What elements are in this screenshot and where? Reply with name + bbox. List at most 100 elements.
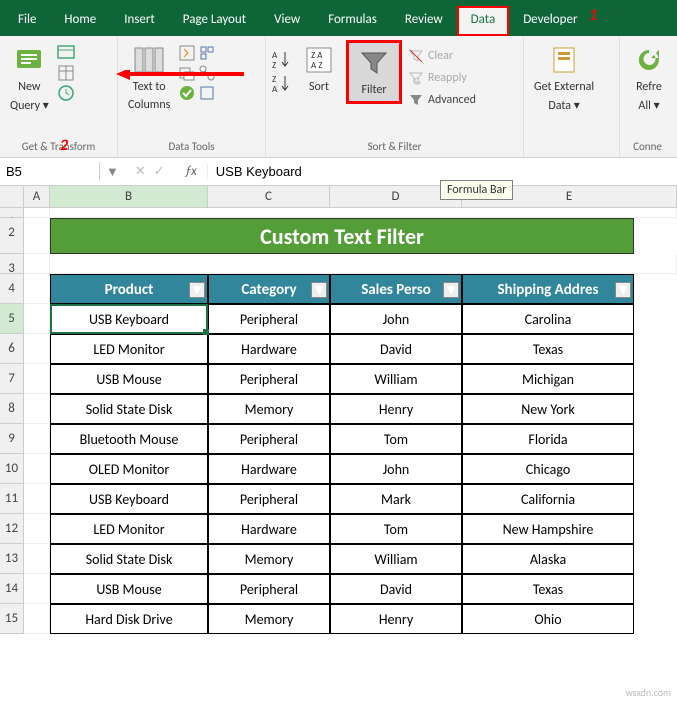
table-header[interactable]: Product▾ [50, 274, 208, 304]
row-header[interactable]: 11 [0, 484, 24, 514]
col-header[interactable]: A [24, 186, 50, 208]
row-header[interactable]: 2 [0, 218, 24, 254]
table-cell[interactable]: New Hampshire [462, 514, 634, 544]
table-cell[interactable]: Texas [462, 574, 634, 604]
table-cell[interactable]: Peripheral [208, 484, 330, 514]
sort-button[interactable]: Z AA Z Sort [294, 40, 344, 98]
filter-dropdown-icon[interactable]: ▾ [615, 282, 631, 298]
row-header[interactable]: 6 [0, 334, 24, 364]
table-cell[interactable]: Peripheral [208, 304, 330, 334]
table-cell[interactable]: Florida [462, 424, 634, 454]
tab-formulas[interactable]: Formulas [314, 6, 391, 36]
row-header[interactable]: 4 [0, 274, 24, 304]
table-cell[interactable]: Carolina [462, 304, 634, 334]
tab-file[interactable]: File [4, 6, 50, 36]
table-cell[interactable]: William [330, 544, 462, 574]
reapply-button[interactable]: Reapply [404, 68, 480, 88]
name-box[interactable] [0, 162, 100, 181]
row-header[interactable]: 14 [0, 574, 24, 604]
table-cell[interactable]: Tom [330, 514, 462, 544]
row-header[interactable]: 7 [0, 364, 24, 394]
cancel-icon[interactable]: ✕ [135, 164, 146, 179]
row-header[interactable]: 10 [0, 454, 24, 484]
table-cell[interactable]: Peripheral [208, 364, 330, 394]
table-cell[interactable]: David [330, 334, 462, 364]
flash-fill-icon[interactable] [178, 44, 196, 62]
table-cell[interactable]: Chicago [462, 454, 634, 484]
clear-button[interactable]: Clear [404, 46, 480, 66]
table-cell[interactable]: Peripheral [208, 574, 330, 604]
table-cell[interactable]: Memory [208, 394, 330, 424]
table-cell[interactable]: Texas [462, 334, 634, 364]
table-cell[interactable]: USB Mouse [50, 364, 208, 394]
sort-desc-icon[interactable]: ZA [270, 72, 292, 94]
table-cell[interactable]: LED Monitor [50, 334, 208, 364]
row-header[interactable]: 3 [0, 254, 24, 274]
table-cell[interactable]: Solid State Disk [50, 544, 208, 574]
table-cell[interactable]: OLED Monitor [50, 454, 208, 484]
row-header[interactable]: 15 [0, 604, 24, 634]
table-cell[interactable]: John [330, 454, 462, 484]
table-cell[interactable]: Hard Disk Drive [50, 604, 208, 634]
row-header[interactable]: 13 [0, 544, 24, 574]
tab-developer[interactable]: Developer [509, 6, 591, 36]
sort-asc-icon[interactable]: AZ [270, 48, 292, 70]
consolidate-icon[interactable] [198, 44, 216, 62]
select-all-corner[interactable] [0, 186, 24, 208]
row-header[interactable]: 1 [0, 208, 24, 218]
tab-insert[interactable]: Insert [110, 6, 169, 36]
table-cell[interactable]: USB Mouse [50, 574, 208, 604]
filter-dropdown-icon[interactable]: ▾ [443, 282, 459, 298]
filter-dropdown-icon[interactable]: ▾ [311, 282, 327, 298]
table-cell[interactable]: California [462, 484, 634, 514]
from-table-icon[interactable] [57, 64, 75, 82]
filter-dropdown-icon[interactable]: ▾ [189, 282, 205, 298]
tab-page-layout[interactable]: Page Layout [169, 6, 260, 36]
recent-sources-icon[interactable] [57, 84, 75, 102]
table-header[interactable]: Shipping Addres▾ [462, 274, 634, 304]
table-cell[interactable]: Hardware [208, 454, 330, 484]
table-cell[interactable]: USB Keyboard [50, 304, 208, 334]
row-header[interactable]: 8 [0, 394, 24, 424]
table-cell[interactable]: Tom [330, 424, 462, 454]
table-cell[interactable]: Mark [330, 484, 462, 514]
row-header[interactable]: 12 [0, 514, 24, 544]
table-cell[interactable]: Henry [330, 604, 462, 634]
table-cell[interactable]: USB Keyboard [50, 484, 208, 514]
table-cell[interactable]: Memory [208, 604, 330, 634]
table-cell[interactable]: Hardware [208, 514, 330, 544]
table-cell[interactable]: LED Monitor [50, 514, 208, 544]
advanced-button[interactable]: Advanced [404, 90, 480, 110]
table-cell[interactable]: Memory [208, 544, 330, 574]
table-cell[interactable]: Michigan [462, 364, 634, 394]
fx-icon[interactable]: ƒx [175, 164, 208, 179]
row-header[interactable]: 9 [0, 424, 24, 454]
tab-home[interactable]: Home [50, 6, 110, 36]
filter-button[interactable]: Filter [346, 40, 402, 104]
table-cell[interactable]: Ohio [462, 604, 634, 634]
table-cell[interactable]: New York [462, 394, 634, 424]
tab-view[interactable]: View [260, 6, 314, 36]
table-cell[interactable]: Peripheral [208, 424, 330, 454]
table-cell[interactable]: Henry [330, 394, 462, 424]
formula-input[interactable] [208, 162, 677, 181]
table-cell[interactable]: Alaska [462, 544, 634, 574]
new-query-button[interactable]: New Query ▾ [4, 40, 55, 117]
tab-review[interactable]: Review [391, 6, 457, 36]
table-cell[interactable]: David [330, 574, 462, 604]
table-header[interactable]: Category▾ [208, 274, 330, 304]
show-queries-icon[interactable] [57, 44, 75, 62]
col-header[interactable]: B [50, 186, 208, 208]
tab-data[interactable]: Data [457, 6, 510, 36]
row-header[interactable]: 5 [0, 304, 24, 334]
table-cell[interactable]: John [330, 304, 462, 334]
enter-icon[interactable]: ✓ [154, 164, 165, 179]
table-cell[interactable]: Solid State Disk [50, 394, 208, 424]
get-external-data-button[interactable]: Get External Data ▾ [528, 40, 600, 117]
table-cell[interactable]: William [330, 364, 462, 394]
table-cell[interactable]: Hardware [208, 334, 330, 364]
table-header[interactable]: Sales Perso▾ [330, 274, 462, 304]
col-header[interactable]: C [208, 186, 330, 208]
table-cell[interactable]: Bluetooth Mouse [50, 424, 208, 454]
refresh-all-button[interactable]: Refre All ▾ [624, 40, 674, 117]
